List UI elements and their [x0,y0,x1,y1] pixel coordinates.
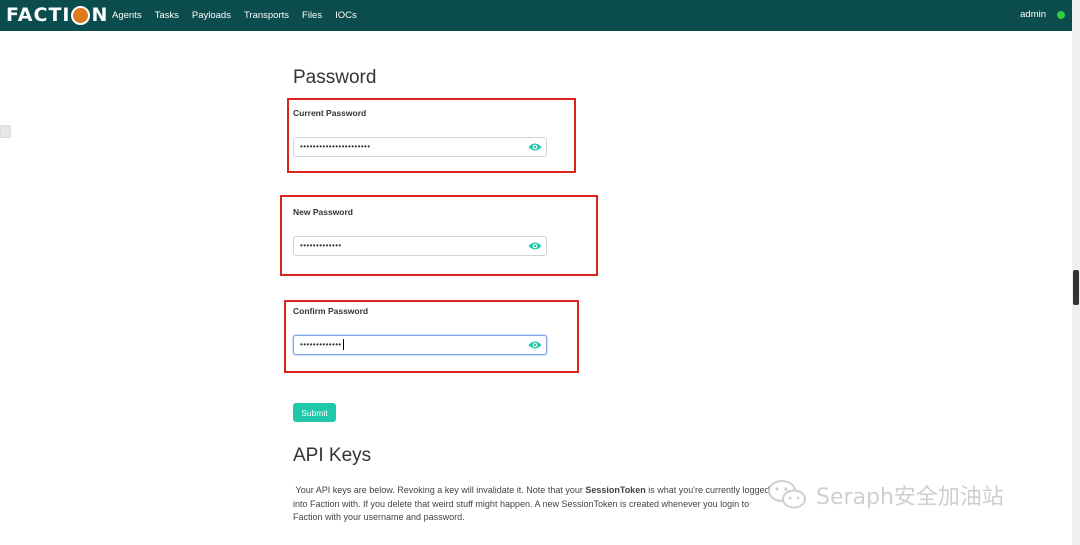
nav-iocs[interactable]: IOCs [335,10,357,21]
brand-text-start: FACTI [6,4,71,26]
current-password-value: •••••••••••••••••••••• [300,142,371,151]
new-password-input[interactable]: ••••••••••••• [293,236,547,256]
side-toggle[interactable] [0,125,11,138]
watermark: Seraph安全加油站 [766,478,1004,512]
faction-logo[interactable]: FACTI N [6,4,108,26]
nav-transports[interactable]: Transports [244,10,289,21]
brand-text-end: N [91,4,109,26]
main-nav: Agents Tasks Payloads Transports Files I… [112,0,370,31]
current-password-label: Current Password [293,108,367,118]
text-caret [342,339,344,351]
confirm-password-input[interactable]: ••••••••••••• [293,335,547,355]
api-keys-heading: API Keys [293,445,372,466]
user-menu[interactable]: admin [1020,9,1046,20]
scrollbar-thumb[interactable] [1073,270,1079,305]
nav-tasks[interactable]: Tasks [155,10,179,21]
scrollbar[interactable] [1072,0,1080,545]
session-token-term: SessionToken [585,485,646,495]
eye-icon[interactable] [528,340,542,350]
status-online-icon [1057,11,1065,19]
confirm-password-value: ••••••••••••• [300,340,342,349]
wechat-icon [768,480,806,509]
api-desc-part-1: Your API keys are below. Revoking a key … [295,485,586,495]
api-keys-description: Your API keys are below. Revoking a key … [293,484,773,525]
nav-agents[interactable]: Agents [112,10,142,21]
top-navbar: FACTI N Agents Tasks Payloads Transports … [0,0,1080,31]
new-password-value: ••••••••••••• [300,241,342,250]
new-password-label: New Password [293,207,353,217]
eye-icon[interactable] [528,241,542,251]
nav-files[interactable]: Files [302,10,322,21]
current-password-input[interactable]: •••••••••••••••••••••• [293,137,547,157]
logo-emblem-icon [71,5,91,25]
nav-payloads[interactable]: Payloads [192,10,231,21]
submit-button[interactable]: Submit [293,403,336,422]
password-heading: Password [293,67,377,88]
watermark-text: Seraph安全加油站 [816,485,1004,510]
eye-icon[interactable] [528,142,542,152]
confirm-password-label: Confirm Password [293,306,369,316]
